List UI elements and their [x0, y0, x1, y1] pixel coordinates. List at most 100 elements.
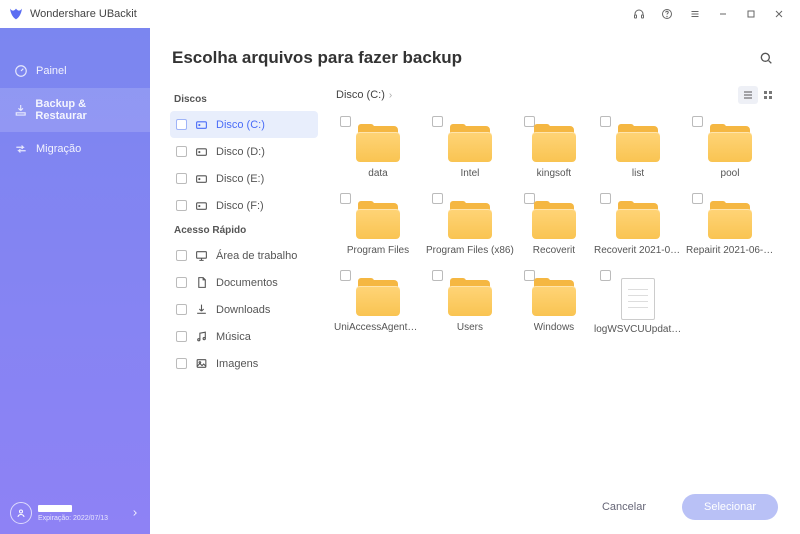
disk-label: Disco (F:)	[216, 200, 264, 212]
disks-section-label: Discos	[174, 94, 318, 105]
file-item[interactable]: Repairit 2021-06-1...	[686, 191, 774, 264]
file-item[interactable]: Recoverit	[518, 191, 590, 264]
maximize-icon[interactable]	[738, 4, 764, 24]
checkbox[interactable]	[340, 116, 351, 127]
folder-icon	[708, 124, 752, 164]
file-name: list	[632, 168, 644, 179]
disk-item[interactable]: Disco (E:)	[170, 165, 318, 192]
file-name: Program Files	[347, 245, 409, 256]
file-item[interactable]: UniAccessAgentD...	[334, 268, 422, 343]
chevron-right-icon: ›	[389, 90, 392, 101]
checkbox[interactable]	[340, 193, 351, 204]
quick-access-item[interactable]: Área de trabalho	[170, 242, 318, 269]
folder-icon	[448, 278, 492, 318]
folder-icon	[448, 201, 492, 241]
file-icon	[621, 278, 655, 320]
menu-icon[interactable]	[682, 4, 708, 24]
nav-label: Painel	[36, 65, 67, 77]
checkbox[interactable]	[340, 270, 351, 281]
disk-label: Disco (C:)	[216, 119, 265, 131]
checkbox[interactable]	[176, 358, 187, 369]
folder-icon	[616, 124, 660, 164]
quick-access-item[interactable]: Documentos	[170, 269, 318, 296]
file-item[interactable]: Program Files	[334, 191, 422, 264]
list-view-icon[interactable]	[738, 86, 758, 104]
checkbox[interactable]	[176, 331, 187, 342]
nav-label: Backup & Restaurar	[35, 98, 136, 122]
source-panel: Discos Disco (C:) Disco (D:) Disco (E:) Dis…	[170, 80, 318, 484]
select-button[interactable]: Selecionar	[682, 494, 778, 520]
file-name: Windows	[534, 322, 575, 333]
checkbox[interactable]	[176, 277, 187, 288]
checkbox[interactable]	[692, 116, 703, 127]
file-item[interactable]: Recoverit 2021-06-...	[594, 191, 682, 264]
disk-item[interactable]: Disco (D:)	[170, 138, 318, 165]
content-header: Escolha arquivos para fazer backup	[150, 28, 800, 80]
checkbox[interactable]	[432, 116, 443, 127]
checkbox[interactable]	[432, 270, 443, 281]
main: Painel Backup & Restaurar Migração Expir…	[0, 28, 800, 534]
file-name: data	[368, 168, 387, 179]
close-icon[interactable]	[766, 4, 792, 24]
file-item[interactable]: Users	[426, 268, 514, 343]
dashboard-icon	[14, 64, 28, 78]
quick-access-item[interactable]: Imagens	[170, 350, 318, 377]
file-item[interactable]: Intel	[426, 114, 514, 187]
qa-label: Música	[216, 331, 251, 343]
file-item[interactable]: logWSVCUUpdate...	[594, 268, 682, 343]
checkbox[interactable]	[600, 116, 611, 127]
file-name: Repairit 2021-06-1...	[686, 245, 774, 256]
file-item[interactable]: Program Files (x86)	[426, 191, 514, 264]
headphones-icon[interactable]	[626, 4, 652, 24]
checkbox[interactable]	[432, 193, 443, 204]
minimize-icon[interactable]	[710, 4, 736, 24]
checkbox[interactable]	[176, 146, 187, 157]
help-icon[interactable]	[654, 4, 680, 24]
nav-list: Painel Backup & Restaurar Migração	[0, 28, 150, 494]
checkbox[interactable]	[176, 200, 187, 211]
nav-item-backup[interactable]: Backup & Restaurar	[0, 88, 150, 132]
side-nav-footer[interactable]: Expiração: 2022/07/13	[0, 494, 150, 534]
folder-icon	[532, 278, 576, 318]
file-name: Recoverit	[533, 245, 575, 256]
breadcrumb[interactable]: Disco (C:) ›	[336, 89, 738, 101]
avatar	[10, 502, 32, 524]
checkbox[interactable]	[176, 173, 187, 184]
disk-label: Disco (E:)	[216, 173, 264, 185]
app-logo-icon	[8, 6, 24, 22]
nav-item-migracao[interactable]: Migração	[0, 132, 150, 166]
file-item[interactable]: Windows	[518, 268, 590, 343]
quick-access-item[interactable]: Música	[170, 323, 318, 350]
file-name: Users	[457, 322, 483, 333]
disk-item[interactable]: Disco (C:)	[170, 111, 318, 138]
file-item[interactable]: kingsoft	[518, 114, 590, 187]
content: Escolha arquivos para fazer backup Disco…	[150, 28, 800, 534]
user-expiry: Expiração: 2022/07/13	[38, 515, 124, 522]
checkbox[interactable]	[176, 304, 187, 315]
file-item[interactable]: list	[594, 114, 682, 187]
view-toggle	[738, 86, 778, 104]
search-icon[interactable]	[754, 46, 778, 70]
folder-icon	[616, 201, 660, 241]
checkbox[interactable]	[600, 193, 611, 204]
disk-item[interactable]: Disco (F:)	[170, 192, 318, 219]
checkbox[interactable]	[176, 119, 187, 130]
quick-access-label: Acesso Rápido	[174, 225, 318, 236]
footer: Cancelar Selecionar	[150, 484, 800, 534]
nav-item-painel[interactable]: Painel	[0, 54, 150, 88]
checkbox[interactable]	[176, 250, 187, 261]
file-item[interactable]: pool	[686, 114, 774, 187]
file-item[interactable]: data	[334, 114, 422, 187]
crumb-current: Disco (C:)	[336, 89, 385, 101]
cancel-button[interactable]: Cancelar	[580, 494, 668, 520]
qa-label: Documentos	[216, 277, 278, 289]
checkbox[interactable]	[692, 193, 703, 204]
nav-label: Migração	[36, 143, 81, 155]
folder-icon	[448, 124, 492, 164]
folder-icon	[356, 201, 400, 241]
checkbox[interactable]	[600, 270, 611, 281]
folder-icon	[532, 201, 576, 241]
grid-view-icon[interactable]	[758, 86, 778, 104]
title-bar: Wondershare UBackit	[0, 0, 800, 28]
quick-access-item[interactable]: Downloads	[170, 296, 318, 323]
